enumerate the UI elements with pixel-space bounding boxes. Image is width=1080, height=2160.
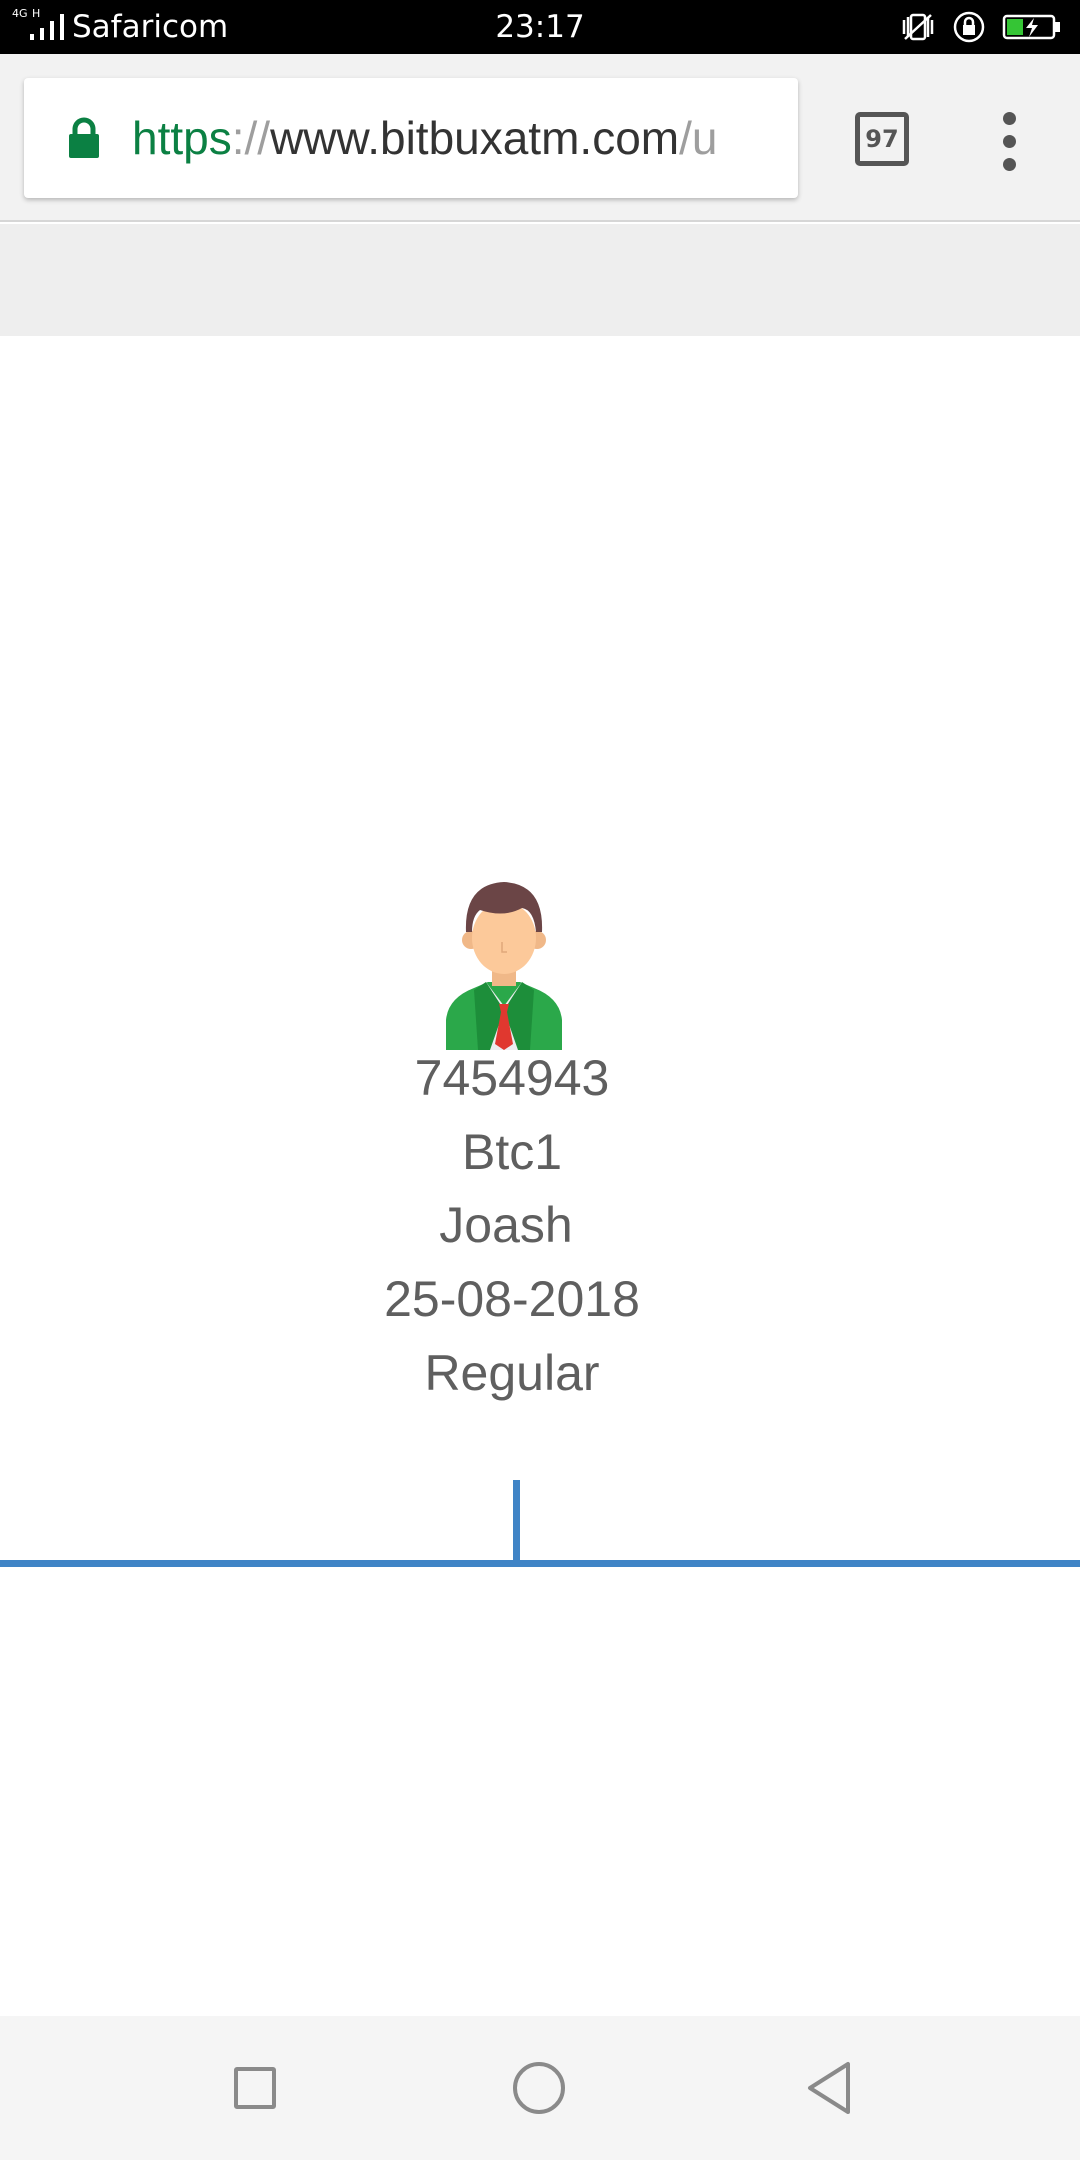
account-date: 25-08-2018	[384, 1271, 640, 1327]
account-name: Joash	[439, 1197, 573, 1253]
recent-apps-icon[interactable]	[234, 2067, 276, 2109]
status-bar: 4G H Safaricom 23:17	[0, 0, 1080, 54]
tab-count: 97	[865, 125, 899, 153]
text-cursor	[513, 1480, 520, 1562]
url-path: /u	[679, 112, 718, 164]
status-right	[900, 0, 1062, 54]
account-number: 7454943	[414, 1050, 610, 1106]
battery-charging-icon	[1002, 14, 1060, 40]
browser-toolbar: https://www.bitbuxatm.com/u 97	[0, 54, 1080, 222]
page-header-band	[0, 224, 1080, 336]
home-icon[interactable]	[513, 2062, 565, 2114]
more-vert-icon[interactable]	[996, 112, 1026, 172]
address-bar[interactable]: https://www.bitbuxatm.com/u	[24, 78, 798, 198]
account-type: Regular	[424, 1345, 600, 1401]
rotation-lock-icon	[953, 11, 985, 43]
back-icon[interactable]	[804, 2060, 854, 2116]
url-scheme: https	[132, 112, 232, 164]
account-plan: Btc1	[461, 1124, 563, 1180]
lock-icon[interactable]	[66, 116, 102, 160]
url-text[interactable]: https://www.bitbuxatm.com/u	[132, 78, 798, 198]
divider-line	[0, 1560, 1080, 1567]
url-host: www.bitbuxatm.com	[270, 112, 680, 164]
businessman-avatar-icon	[446, 882, 562, 1050]
url-separator: ://	[231, 112, 271, 164]
tab-switcher-icon[interactable]: 97	[855, 112, 909, 166]
vibrate-mute-icon	[902, 13, 934, 41]
